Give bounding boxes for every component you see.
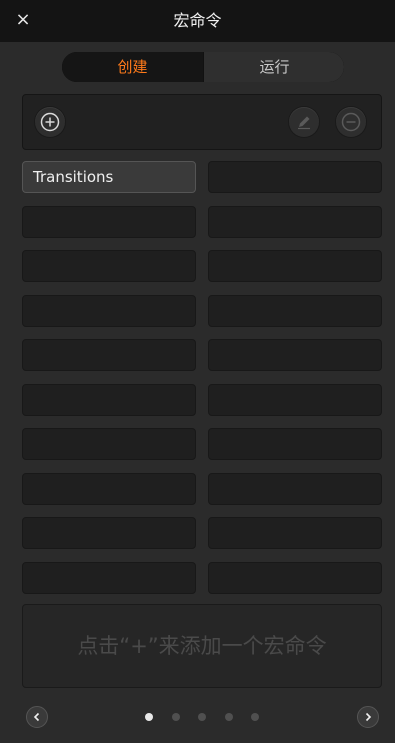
mode-tabs: 创建 运行 — [62, 52, 344, 82]
macro-slot[interactable] — [22, 339, 196, 371]
plus-circle-icon — [40, 112, 60, 132]
page-dot[interactable] — [251, 713, 259, 721]
macro-slot[interactable] — [22, 384, 196, 416]
macro-slot[interactable] — [208, 250, 382, 282]
macro-slot[interactable] — [22, 562, 196, 594]
page-dot[interactable] — [145, 713, 153, 721]
empty-hint-text: 点击“+”来添加一个宏命令 — [77, 634, 327, 658]
macro-slot[interactable]: Transitions — [22, 161, 196, 193]
pencil-icon — [298, 116, 310, 130]
previous-page-button[interactable] — [26, 706, 48, 728]
macro-slot[interactable] — [22, 428, 196, 460]
macro-slot[interactable] — [208, 339, 382, 371]
tab-create[interactable]: 创建 — [62, 52, 203, 82]
macro-slot[interactable] — [208, 206, 382, 238]
title-bar: × 宏命令 — [0, 0, 395, 42]
macro-slot[interactable] — [208, 473, 382, 505]
macro-slot[interactable] — [208, 517, 382, 549]
macro-slot[interactable] — [208, 384, 382, 416]
chevron-left-icon — [33, 712, 40, 722]
chevron-right-icon — [365, 712, 372, 722]
macro-slot[interactable] — [22, 473, 196, 505]
macro-toolbar — [22, 94, 382, 150]
page-dot[interactable] — [172, 713, 180, 721]
macro-slot[interactable] — [22, 206, 196, 238]
macro-slot[interactable] — [208, 161, 382, 193]
macro-slot[interactable] — [22, 517, 196, 549]
remove-macro-button[interactable] — [336, 107, 366, 137]
page-dot[interactable] — [198, 713, 206, 721]
macro-slot[interactable] — [208, 562, 382, 594]
add-macro-button[interactable] — [35, 107, 65, 137]
window-title: 宏命令 — [173, 11, 222, 30]
macro-slot[interactable] — [22, 250, 196, 282]
empty-hint-panel: 点击“+”来添加一个宏命令 — [22, 604, 382, 688]
macro-slot[interactable] — [208, 428, 382, 460]
minus-circle-icon — [341, 112, 361, 132]
macro-slot[interactable] — [22, 295, 196, 327]
next-page-button[interactable] — [357, 706, 379, 728]
page-dot[interactable] — [225, 713, 233, 721]
tab-run[interactable]: 运行 — [203, 52, 344, 82]
edit-macro-button[interactable] — [289, 107, 319, 137]
macro-slot[interactable] — [208, 295, 382, 327]
